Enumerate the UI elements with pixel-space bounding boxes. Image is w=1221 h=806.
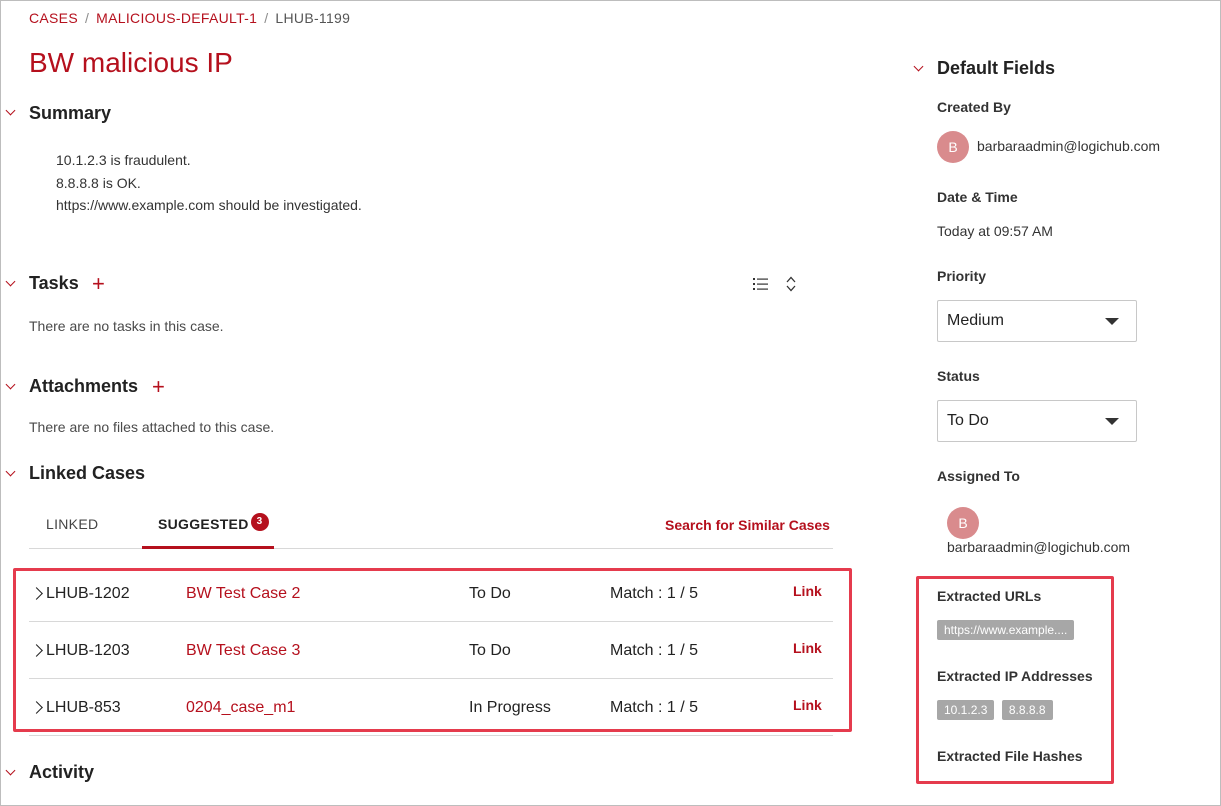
table-row[interactable]: LHUB-1202 BW Test Case 2 To Do Match : 1… [29, 566, 833, 622]
table-row[interactable]: LHUB-853 0204_case_m1 In Progress Match … [29, 680, 833, 736]
add-attachment-button[interactable]: + [152, 376, 165, 398]
dropdown-arrow-icon [1105, 418, 1119, 425]
priority-label: Priority [937, 268, 987, 284]
expand-row-chevron-icon[interactable] [30, 644, 43, 657]
avatar: B [947, 507, 979, 539]
expand-row-chevron-icon[interactable] [30, 587, 43, 600]
extracted-ips-list: 10.1.2.3 8.8.8.8 [937, 700, 1053, 720]
search-similar-cases-link[interactable]: Search for Similar Cases [665, 517, 830, 533]
tasks-heading: Tasks [29, 273, 79, 293]
page-title: BW malicious IP [29, 47, 233, 78]
created-by-value: barbaraadmin@logichub.com [977, 138, 1161, 154]
suggested-count-badge: 3 [250, 513, 269, 531]
activity-heading: Activity [29, 762, 95, 782]
summary-line: 8.8.8.8 is OK. [56, 174, 141, 191]
link-case-button[interactable]: Link [793, 583, 822, 599]
date-time-value: Today at 09:57 AM [937, 223, 1053, 239]
priority-select[interactable]: Medium [937, 300, 1137, 342]
case-name-link[interactable]: BW Test Case 3 [186, 642, 300, 660]
case-match: Match : 1 / 5 [610, 642, 699, 659]
case-match: Match : 1 / 5 [610, 585, 699, 602]
add-task-button[interactable]: + [92, 273, 105, 295]
assigned-to-label: Assigned To [937, 468, 1020, 484]
summary-line: https://www.example.com should be invest… [56, 197, 362, 213]
link-case-button[interactable]: Link [793, 697, 822, 713]
ip-tag[interactable]: 10.1.2.3 [937, 700, 995, 720]
breadcrumb-cases[interactable]: CASES [29, 10, 78, 26]
case-id: LHUB-1202 [46, 585, 130, 602]
extracted-hashes-label: Extracted File Hashes [937, 748, 1083, 764]
breadcrumb-malicious-default[interactable]: MALICIOUS-DEFAULT-1 [96, 10, 257, 26]
status-label: Status [937, 368, 980, 384]
assigned-to-value: barbaraadmin@logichub.com [947, 539, 1131, 555]
tab-linked[interactable]: LINKED [46, 516, 98, 532]
table-row[interactable]: LHUB-1203 BW Test Case 3 To Do Match : 1… [29, 623, 833, 679]
breadcrumb: CASES / MALICIOUS-DEFAULT-1 / LHUB-1199 [29, 10, 350, 26]
attachments-empty-text: There are no files attached to this case… [29, 419, 275, 435]
summary-body: 10.1.2.3 is fraudulent. 8.8.8.8 is OK. h… [56, 149, 362, 217]
extracted-urls-list: https://www.example.... [937, 620, 1075, 640]
url-tag[interactable]: https://www.example.... [937, 620, 1075, 640]
ip-tag[interactable]: 8.8.8.8 [1001, 700, 1053, 720]
tab-suggested[interactable]: SUGGESTED 3 [158, 513, 269, 532]
linked-cases-heading: Linked Cases [29, 463, 146, 483]
tasks-empty-text: There are no tasks in this case. [29, 318, 224, 334]
dropdown-arrow-icon [1105, 318, 1119, 325]
case-status: To Do [469, 585, 511, 602]
breadcrumb-current: LHUB-1199 [275, 10, 351, 26]
case-name-link[interactable]: BW Test Case 2 [186, 585, 300, 603]
link-case-button[interactable]: Link [793, 640, 822, 656]
sort-icon[interactable] [786, 276, 796, 292]
status-select[interactable]: To Do [937, 400, 1137, 442]
case-id: LHUB-1203 [46, 642, 130, 659]
extracted-urls-label: Extracted URLs [937, 588, 1042, 604]
attachments-heading: Attachments [29, 376, 139, 396]
date-time-label: Date & Time [937, 189, 1018, 205]
breadcrumb-separator: / [264, 10, 269, 26]
tab-suggested-label: SUGGESTED [158, 516, 249, 532]
expand-row-chevron-icon[interactable] [30, 701, 43, 714]
list-view-icon[interactable] [753, 277, 769, 291]
row-divider [29, 621, 833, 622]
created-by-label: Created By [937, 99, 1011, 115]
status-selected-value: To Do [947, 412, 989, 429]
avatar: B [937, 131, 969, 163]
row-divider [29, 678, 833, 679]
breadcrumb-separator: / [84, 10, 90, 26]
row-divider [29, 735, 833, 736]
case-status: To Do [469, 642, 511, 659]
case-name-link[interactable]: 0204_case_m1 [186, 699, 295, 717]
case-status: In Progress [469, 699, 551, 716]
priority-selected-value: Medium [947, 312, 1004, 329]
case-id: LHUB-853 [46, 699, 121, 716]
summary-heading: Summary [29, 103, 112, 123]
active-tab-indicator [142, 546, 274, 549]
summary-line: 10.1.2.3 is fraudulent. [56, 152, 191, 168]
default-fields-heading: Default Fields [937, 58, 1056, 78]
case-match: Match : 1 / 5 [610, 699, 699, 716]
extracted-ips-label: Extracted IP Addresses [937, 668, 1093, 684]
